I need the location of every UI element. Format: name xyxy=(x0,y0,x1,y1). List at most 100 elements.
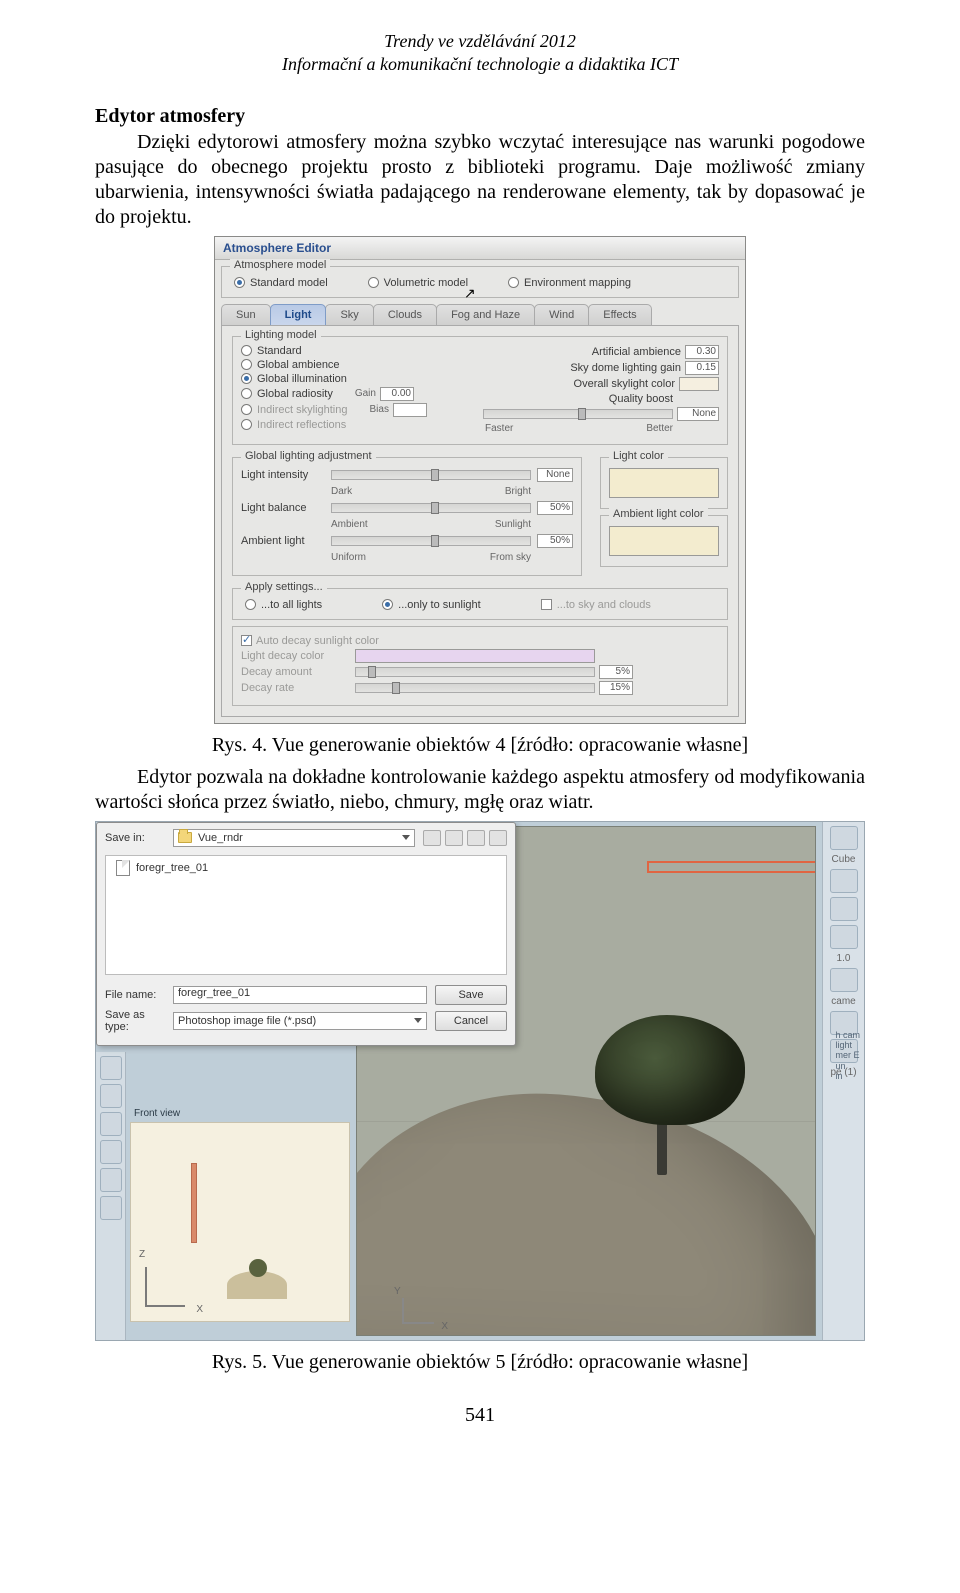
tool-button[interactable] xyxy=(830,869,858,893)
atmosphere-model-legend: Atmosphere model xyxy=(230,259,330,271)
tool-button[interactable] xyxy=(100,1084,122,1108)
nav-back-icon[interactable] xyxy=(423,830,441,846)
right-toolbar: Cube 1.0 came pe (1) h cam light mer E u… xyxy=(822,822,864,1340)
mid-paragraph: Edytor pozwala na dokładne kontrolowanie… xyxy=(95,765,865,815)
tool-button[interactable] xyxy=(100,1140,122,1164)
decay-amount-slider[interactable] xyxy=(355,667,595,677)
filename-value: foregr_tree_01 xyxy=(178,987,250,999)
ambient-light-slider[interactable] xyxy=(331,536,531,546)
tab-effects[interactable]: Effects xyxy=(588,304,651,325)
radio-global-illumination[interactable]: Global illumination xyxy=(241,373,347,385)
axis-z-label: Z xyxy=(139,1249,145,1260)
file-list-item-name: foregr_tree_01 xyxy=(136,862,208,874)
axis-y-label: Y xyxy=(394,1286,401,1297)
tab-wind[interactable]: Wind xyxy=(534,304,589,325)
tool-button[interactable] xyxy=(830,968,858,992)
savetype-dropdown[interactable]: Photoshop image file (*.psd) xyxy=(173,1012,427,1030)
radio-global-radiosity[interactable]: Global radiosity xyxy=(241,388,333,400)
file-list-item[interactable]: foregr_tree_01 xyxy=(106,856,506,880)
global-lighting-adjustment-legend: Global lighting adjustment xyxy=(241,450,376,462)
light-balance-label: Light balance xyxy=(241,502,325,514)
ambient-light-label: Ambient light xyxy=(241,535,325,547)
quality-boost-value: None xyxy=(677,407,719,421)
decay-amount-label: Decay amount xyxy=(241,666,351,678)
nav-up-icon[interactable] xyxy=(445,830,463,846)
section-paragraph-1-text: Dzięki edytorowi atmosfery można szybko … xyxy=(95,131,865,228)
save-in-dropdown[interactable]: Vue_rndr xyxy=(173,829,415,847)
radio-environment-mapping[interactable]: Environment mapping xyxy=(508,277,631,289)
light-decay-color-label: Light decay color xyxy=(241,650,351,662)
tool-button[interactable] xyxy=(100,1196,122,1220)
radio-indirect-reflections: Indirect reflections xyxy=(241,419,346,431)
front-view-panel[interactable]: Z X xyxy=(130,1122,350,1322)
tool-button[interactable] xyxy=(830,897,858,921)
ambient-light-color-group: Ambient light color xyxy=(600,515,728,567)
radio-global-ambience[interactable]: Global ambience xyxy=(241,359,340,371)
tool-button[interactable] xyxy=(100,1112,122,1136)
tree-crown xyxy=(595,1015,745,1125)
radio-apply-sunlight-label: ...only to sunlight xyxy=(398,599,481,611)
selection-rect xyxy=(647,861,816,873)
figure-4-caption: Rys. 4. Vue generowanie obiektów 4 [źród… xyxy=(95,734,865,757)
filename-input[interactable]: foregr_tree_01 xyxy=(173,986,427,1004)
tab-sky[interactable]: Sky xyxy=(325,304,373,325)
light-color-group: Light color xyxy=(600,457,728,509)
radio-dot-icon xyxy=(241,373,252,384)
cancel-button[interactable]: Cancel xyxy=(435,1011,507,1031)
nav-newfolder-icon[interactable] xyxy=(467,830,485,846)
savetype-value: Photoshop image file (*.psd) xyxy=(178,1015,316,1027)
light-intensity-label: Light intensity xyxy=(241,469,325,481)
radio-dot-icon xyxy=(508,277,519,288)
radio-volumetric-model[interactable]: Volumetric model xyxy=(368,277,468,289)
overall-skylight-color-swatch[interactable] xyxy=(679,377,719,391)
tool-button[interactable] xyxy=(100,1168,122,1192)
light-color-swatch[interactable] xyxy=(609,468,719,498)
nav-views-icon[interactable] xyxy=(489,830,507,846)
radio-apply-sunlight[interactable]: ...only to sunlight xyxy=(382,599,481,611)
right-label-un: un xyxy=(835,1061,860,1071)
radio-lighting-standard[interactable]: Standard xyxy=(241,345,302,357)
radio-lighting-standard-label: Standard xyxy=(257,345,302,357)
radio-dot-icon xyxy=(241,404,252,415)
radio-dot-icon xyxy=(241,345,252,356)
radio-dot-icon xyxy=(234,277,245,288)
radio-apply-all-lights[interactable]: ...to all lights xyxy=(245,599,322,611)
file-list[interactable]: foregr_tree_01 xyxy=(105,855,507,975)
tab-light[interactable]: Light xyxy=(270,304,327,325)
sky-dome-gain-value[interactable]: 0.15 xyxy=(685,361,719,375)
overall-skylight-color-label: Overall skylight color xyxy=(574,378,675,390)
dialog-nav-icons xyxy=(423,830,507,846)
quality-faster-label: Faster xyxy=(485,423,513,434)
tab-clouds[interactable]: Clouds xyxy=(373,304,437,325)
save-button[interactable]: Save xyxy=(435,985,507,1005)
dark-label: Dark xyxy=(331,486,352,497)
tab-sun[interactable]: Sun xyxy=(221,304,271,325)
radio-standard-model[interactable]: Standard model xyxy=(234,277,328,289)
quality-boost-slider[interactable] xyxy=(483,409,673,419)
tool-button[interactable] xyxy=(830,925,858,949)
tab-light-body: Lighting model Standard Global ambience … xyxy=(221,325,739,717)
ambient-light-color-swatch[interactable] xyxy=(609,526,719,556)
ambient-light-value: 50% xyxy=(537,534,573,548)
tab-fog-haze[interactable]: Fog and Haze xyxy=(436,304,535,325)
light-decay-color-swatch[interactable] xyxy=(355,649,595,663)
sky-dome-gain-label: Sky dome lighting gain xyxy=(570,362,681,374)
checkbox-auto-decay[interactable] xyxy=(241,635,252,646)
filename-label: File name: xyxy=(105,989,165,1001)
tool-button[interactable] xyxy=(830,826,858,850)
tool-button[interactable] xyxy=(100,1056,122,1080)
section-title: Edytor atmosfery xyxy=(95,105,865,128)
light-balance-slider[interactable] xyxy=(331,503,531,513)
decay-rate-slider[interactable] xyxy=(355,683,595,693)
light-intensity-slider[interactable] xyxy=(331,470,531,480)
radio-dot-icon xyxy=(382,599,393,610)
radio-dot-icon xyxy=(241,359,252,370)
light-balance-value: 50% xyxy=(537,501,573,515)
window-title: Atmosphere Editor xyxy=(215,237,745,260)
gain-value[interactable]: 0.00 xyxy=(380,387,414,401)
artificial-ambience-value[interactable]: 0.30 xyxy=(685,345,719,359)
figure-5-caption: Rys. 5. Vue generowanie obiektów 5 [źród… xyxy=(95,1351,865,1374)
save-in-value: Vue_rndr xyxy=(198,832,243,844)
header-line-1: Trendy ve vzdělávání 2012 xyxy=(95,30,865,53)
front-view-label: Front view xyxy=(134,1108,180,1119)
